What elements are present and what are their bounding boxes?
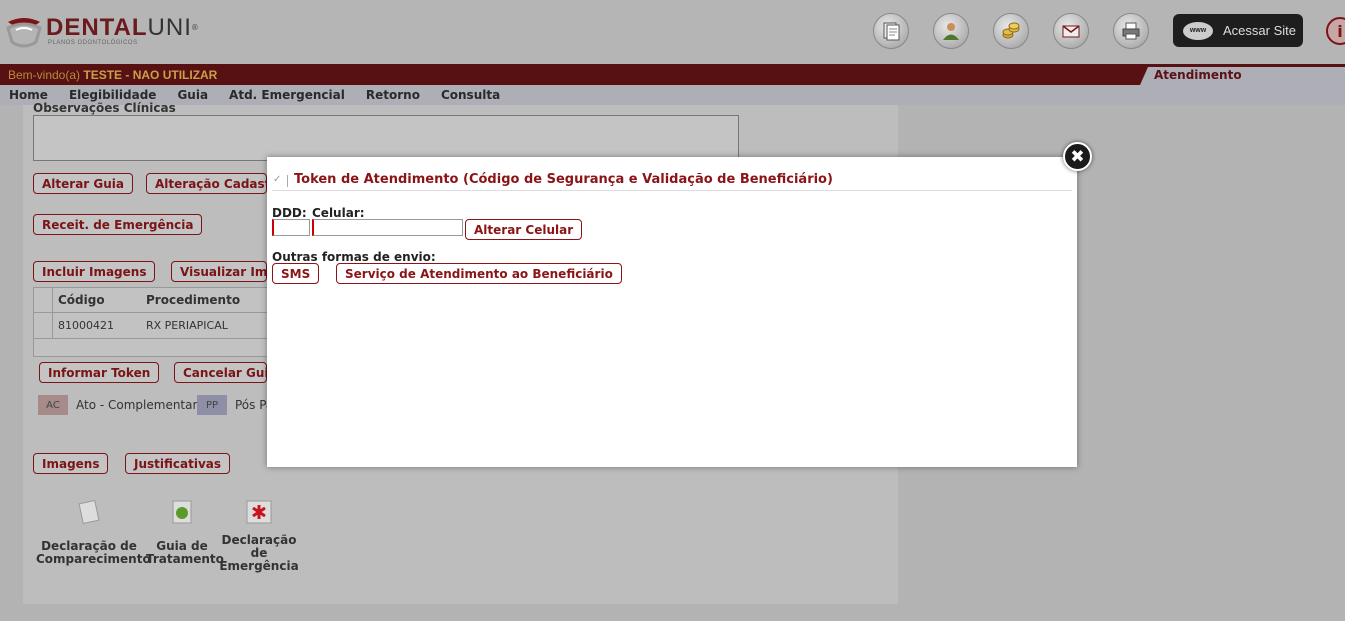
guia-tratamento-label[interactable]: Guia de Tratamento [146, 540, 224, 566]
check-icon: ✓ [273, 174, 282, 185]
table-footer [33, 339, 273, 357]
main-menu: Home Elegibilidade Guia Atd. Emergencial… [0, 85, 1345, 105]
justificativas-button[interactable]: Justificativas [125, 453, 231, 474]
sms-button[interactable]: SMS [272, 263, 320, 284]
close-modal-icon[interactable]: ✖ [1063, 142, 1092, 171]
logo-wordmark-main: DENTAL [46, 14, 148, 41]
incluir-imagens-button[interactable]: Incluir Imagens [33, 261, 156, 282]
alterar-guia-button[interactable]: Alterar Guia [33, 173, 133, 194]
guia-tratamento-icon[interactable] [168, 498, 196, 526]
table-cell-procedimento: RX PERIAPICAL [146, 319, 228, 332]
www-globe-icon: www [1183, 21, 1213, 40]
welcome-user: TESTE - NAO UTILIZAR [83, 68, 218, 82]
logo-subtitle: PLANOS ODONTOLÓGICOS [48, 40, 138, 46]
table-column-separator [52, 288, 53, 340]
legend-swatch-pp: PP [197, 395, 227, 415]
documents-icon[interactable] [873, 13, 909, 49]
table-header-codigo: Código [58, 293, 105, 307]
mail-icon[interactable] [1053, 13, 1089, 49]
printer-icon[interactable] [1113, 13, 1149, 49]
declaracao-comparecimento-label[interactable]: Declaração de Comparecimento [36, 540, 151, 566]
table-header-procedimento: Procedimento [146, 293, 241, 307]
acessar-site-button[interactable]: www Acessar Site [1173, 14, 1303, 47]
title-divider [287, 175, 288, 187]
logo-wordmark: DENTALUNI® [46, 14, 199, 42]
acessar-site-label: Acessar Site [1223, 23, 1296, 38]
menu-item-atd-emergencial[interactable]: Atd. Emergencial [229, 88, 345, 102]
obs-clinicas-label: Observações Clínicas [33, 101, 176, 115]
declaracao-comparecimento-icon[interactable] [75, 498, 103, 526]
receit-emergencia-button[interactable]: Receit. de Emergência [33, 214, 203, 235]
modal-header: ✓ Token de Atendimento (Código de Segura… [272, 171, 1072, 191]
celular-label: Celular: [312, 206, 365, 220]
outras-formas-label: Outras formas de envio: [272, 250, 436, 264]
app-header: DENTALUNI® PLANOS ODONTOLÓGICOS www Aces… [0, 0, 1345, 64]
alterar-celular-button[interactable]: Alterar Celular [465, 219, 583, 240]
ddd-input[interactable] [272, 219, 310, 236]
legend-swatch-ac: AC [38, 395, 68, 415]
menu-item-guia[interactable]: Guia [177, 88, 208, 102]
welcome-bar: Bem-vindo(a) TESTE - NAO UTILIZAR Atendi… [0, 64, 1345, 85]
imagens-button[interactable]: Imagens [33, 453, 109, 474]
procedimentos-table: Código Procedimento 81000421 RX PERIAPIC… [33, 287, 274, 340]
menu-item-retorno[interactable]: Retorno [366, 88, 420, 102]
table-cell-codigo: 81000421 [58, 319, 114, 332]
informar-token-button[interactable]: Informar Token [39, 362, 160, 383]
declaracao-emergencia-label[interactable]: Declaração de Emergência [219, 534, 299, 573]
logo-registered-mark: ® [191, 23, 199, 32]
section-tab-label: Atendimento [1154, 68, 1242, 82]
coins-icon[interactable] [993, 13, 1029, 49]
declaracao-emergencia-icon[interactable] [245, 498, 273, 526]
section-tab: Atendimento [1140, 67, 1345, 85]
table-row-separator [34, 312, 274, 313]
obs-clinicas-textarea[interactable] [33, 115, 739, 161]
welcome-prefix: Bem-vindo(a) [8, 68, 84, 82]
dentaluni-logo[interactable]: DENTALUNI® PLANOS ODONTOLÓGICOS [4, 14, 204, 50]
welcome-text: Bem-vindo(a) TESTE - NAO UTILIZAR [8, 68, 217, 82]
logo-wordmark-accent: UNI [147, 14, 192, 41]
ddd-label: DDD: [272, 206, 307, 220]
dentaluni-logo-icon [6, 18, 42, 48]
alteracao-cadastral-button[interactable]: Alteração Cadastral [146, 173, 267, 194]
cancelar-guia-button[interactable]: Cancelar Guia [174, 362, 267, 383]
token-modal: ✓ Token de Atendimento (Código de Segura… [267, 157, 1077, 467]
modal-title: Token de Atendimento (Código de Seguranç… [294, 172, 833, 187]
menu-item-consulta[interactable]: Consulta [441, 88, 500, 102]
menu-item-home[interactable]: Home [9, 88, 48, 102]
declaracao-emergencia-line-3: Emergência [219, 559, 299, 573]
sab-button[interactable]: Serviço de Atendimento ao Beneficiário [336, 263, 622, 284]
menu-item-elegibilidade[interactable]: Elegibilidade [69, 88, 157, 102]
visualizar-imagens-button[interactable]: Visualizar Imagens [171, 261, 267, 282]
guia-tratamento-line-2: Tratamento [146, 552, 224, 566]
celular-input[interactable] [312, 219, 463, 236]
user-icon[interactable] [933, 13, 969, 49]
legend-label-ac: Ato - Complementar [76, 398, 198, 412]
info-icon[interactable]: i [1326, 17, 1345, 45]
declaracao-comparecimento-line-2: Comparecimento [36, 552, 151, 566]
